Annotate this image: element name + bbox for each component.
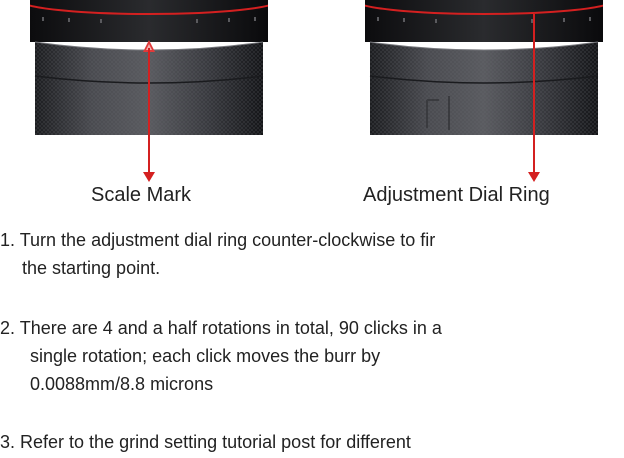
step-2-line-2: single rotation; each click moves the bu… [30, 346, 381, 366]
step-3-number: 3. [0, 432, 16, 452]
grinder-photo-adjustment-ring [365, 0, 603, 135]
step-3: 3. Refer to the grind setting tutorial p… [0, 428, 411, 456]
step-2-line-3: 0.0088mm/8.8 microns [30, 374, 214, 394]
step-2-line-1: There are 4 and a half rotations in tota… [19, 318, 442, 338]
instruction-page: Scale Mark Adjustment Dial Ring 1. Turn … [0, 0, 624, 458]
adjustment-ring-arrow-head-icon [528, 172, 540, 182]
step-2: 2. There are 4 and a half rotations in t… [0, 314, 442, 398]
step-1: 1. Turn the adjustment dial ring counter… [0, 226, 435, 282]
step-1-number: 1. [0, 230, 16, 250]
grinder-adjustment-ring-illustration [365, 0, 603, 135]
scale-mark-arrow-head-icon [143, 172, 155, 182]
step-1-line-2: the starting point. [22, 258, 161, 278]
step-2-number: 2. [0, 318, 16, 338]
adjustment-ring-arrow-line [533, 14, 535, 173]
scale-mark-arrow-line [148, 48, 150, 173]
adjustment-dial-ring-label: Adjustment Dial Ring [363, 184, 550, 206]
step-3-line-1: Refer to the grind setting tutorial post… [20, 432, 411, 452]
step-1-line-1: Turn the adjustment dial ring counter-cl… [19, 230, 436, 250]
scale-mark-label: Scale Mark [91, 184, 192, 206]
